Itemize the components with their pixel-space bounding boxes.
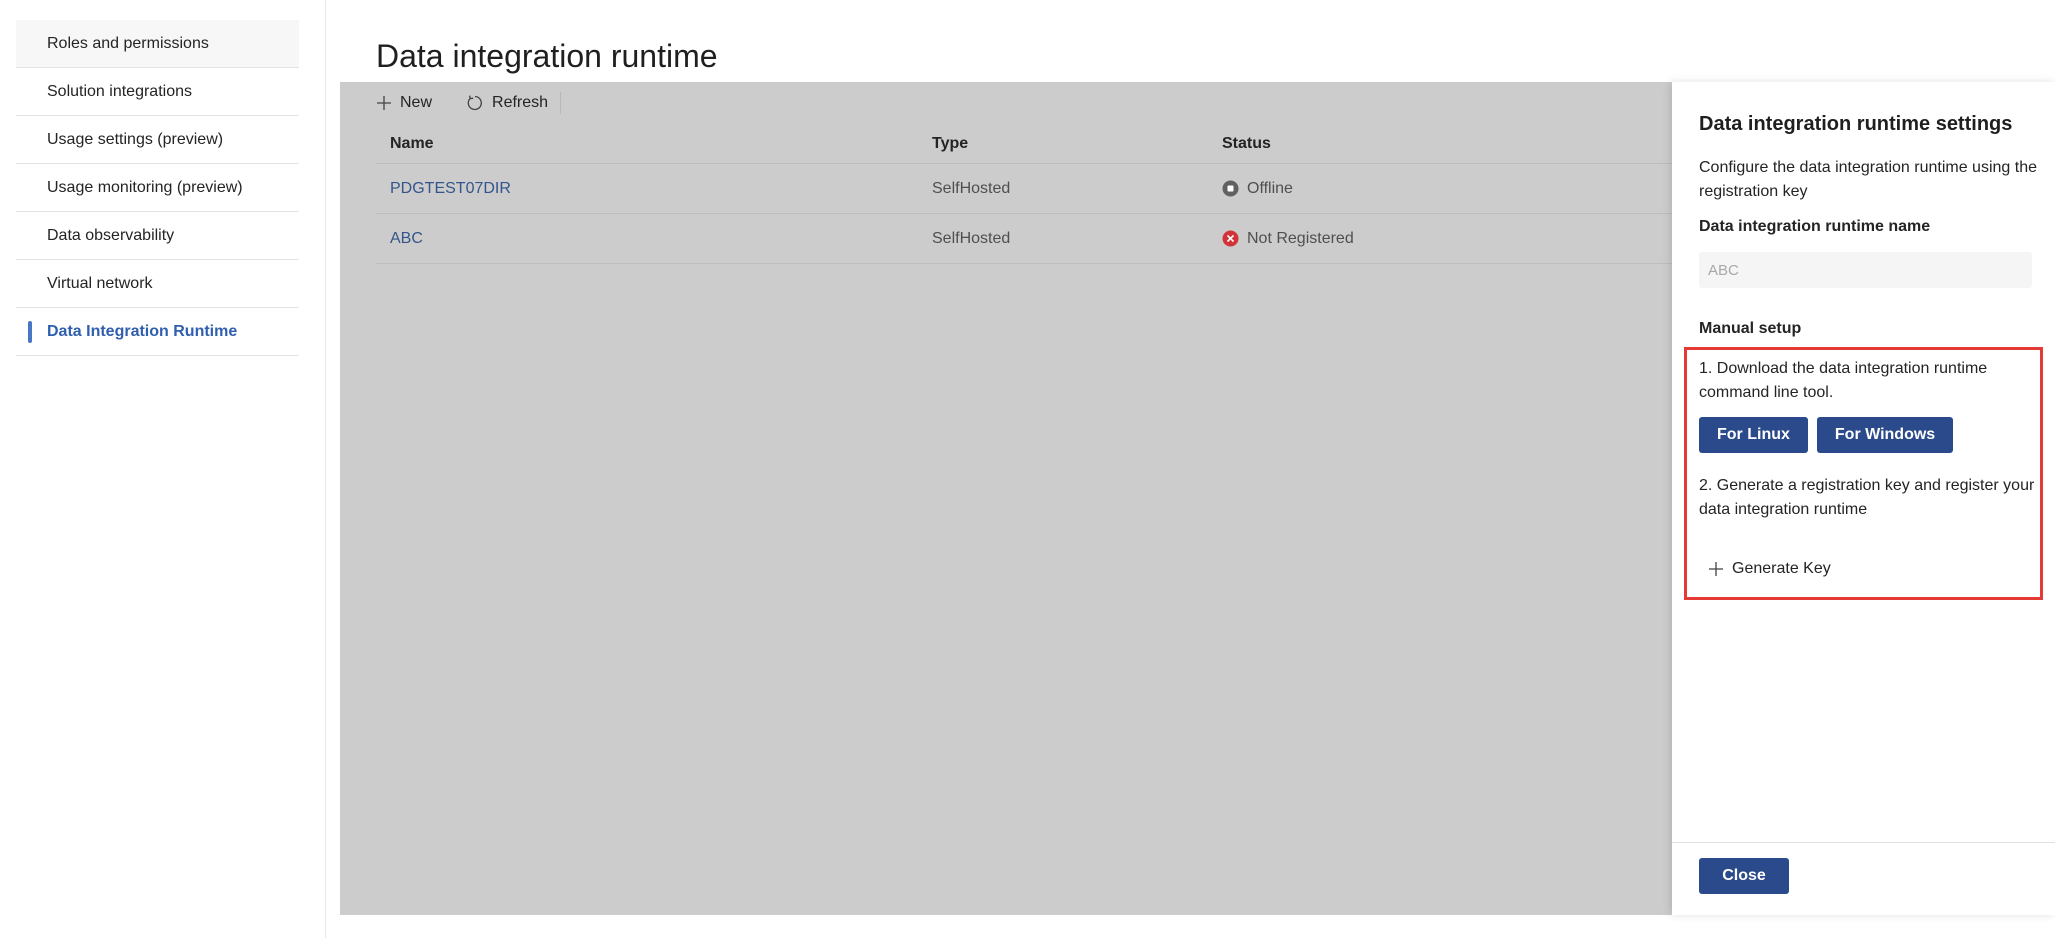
sidebar-item-label: Solution integrations [47,82,192,100]
close-button[interactable]: Close [1699,858,1789,894]
refresh-icon [467,95,482,111]
sidebar-item-label: Virtual network [47,274,153,292]
sidebar-item-label: Usage monitoring (preview) [47,178,243,196]
runtime-status: Offline [1222,180,1690,198]
sidebar-item-virtual-network[interactable]: Virtual network [16,260,299,308]
sidebar-item-usage-monitoring[interactable]: Usage monitoring (preview) [16,164,299,212]
runtime-type: SelfHosted [932,179,1011,197]
status-text: Offline [1247,179,1293,197]
runtime-name-link[interactable]: PDGTEST07DIR [376,180,932,198]
panel-footer-divider [1672,842,2055,843]
sidebar-item-usage-settings[interactable]: Usage settings (preview) [16,116,299,164]
sidebar-item-label: Usage settings (preview) [47,130,224,148]
toolbar-divider [560,92,562,114]
step-download-text: 1. Download the data integration runtime… [1699,360,1988,401]
panel-title: Data integration runtime settings [1699,113,2013,135]
toolbar: New Refresh [366,82,562,124]
stop-circle-icon [1222,180,1239,197]
runtime-settings-panel: Data integration runtime settings Config… [1672,82,2055,915]
runtime-name-link[interactable]: ABC [376,230,932,248]
modal-overlay[interactable]: New Refresh Name Type Status PDGTEST07DI… [340,82,1690,915]
runtime-type: SelfHosted [932,229,1011,247]
sidebar: Roles and permissions Solution integrati… [0,0,326,938]
sidebar-item-solution-integrations[interactable]: Solution integrations [16,68,299,116]
download-buttons: For Linux For Windows [1699,417,1954,453]
generate-key-label: Generate Key [1732,560,1831,577]
runtime-status: Not Registered [1222,230,1690,248]
generate-key-button[interactable]: Generate Key [1708,560,1831,578]
manual-setup-label: Manual setup [1699,320,1802,337]
table-header: Name Type Status [376,124,1690,164]
settings-nav: Roles and permissions Solution integrati… [16,20,299,356]
column-header-type[interactable]: Type [932,135,1222,153]
page-title: Data integration runtime [376,38,718,74]
runtime-table: Name Type Status PDGTEST07DIR SelfHosted… [376,124,1690,264]
panel-description: Configure the data integration runtime u… [1699,159,2037,200]
sidebar-item-label: Roles and permissions [47,34,209,52]
error-circle-icon [1222,230,1239,247]
plus-icon [1709,562,1723,576]
sidebar-item-label: Data Integration Runtime [47,322,238,340]
active-indicator [28,321,32,343]
status-text: Not Registered [1247,229,1354,247]
sidebar-item-label: Data observability [47,226,175,244]
plus-icon [377,96,391,110]
refresh-button-label: Refresh [492,94,549,111]
sidebar-item-data-integration-runtime[interactable]: Data Integration Runtime [16,308,299,356]
for-linux-button[interactable]: For Linux [1699,417,1808,453]
for-windows-button[interactable]: For Windows [1816,417,1954,453]
sidebar-item-roles-and-permissions[interactable]: Roles and permissions [16,20,299,68]
refresh-button[interactable]: Refresh [456,82,558,124]
new-button[interactable]: New [366,82,442,124]
runtime-name-field [1699,252,2032,288]
new-button-label: New [400,94,433,111]
table-row[interactable]: PDGTEST07DIR SelfHosted Offline [376,164,1690,214]
step-generate-text: 2. Generate a registration key and regis… [1699,477,2035,518]
column-header-status[interactable]: Status [1222,135,1690,153]
table-row[interactable]: ABC SelfHosted Not Registered [376,214,1690,264]
sidebar-item-data-observability[interactable]: Data observability [16,212,299,260]
runtime-name-label: Data integration runtime name [1699,218,1931,235]
column-header-name[interactable]: Name [376,135,932,153]
